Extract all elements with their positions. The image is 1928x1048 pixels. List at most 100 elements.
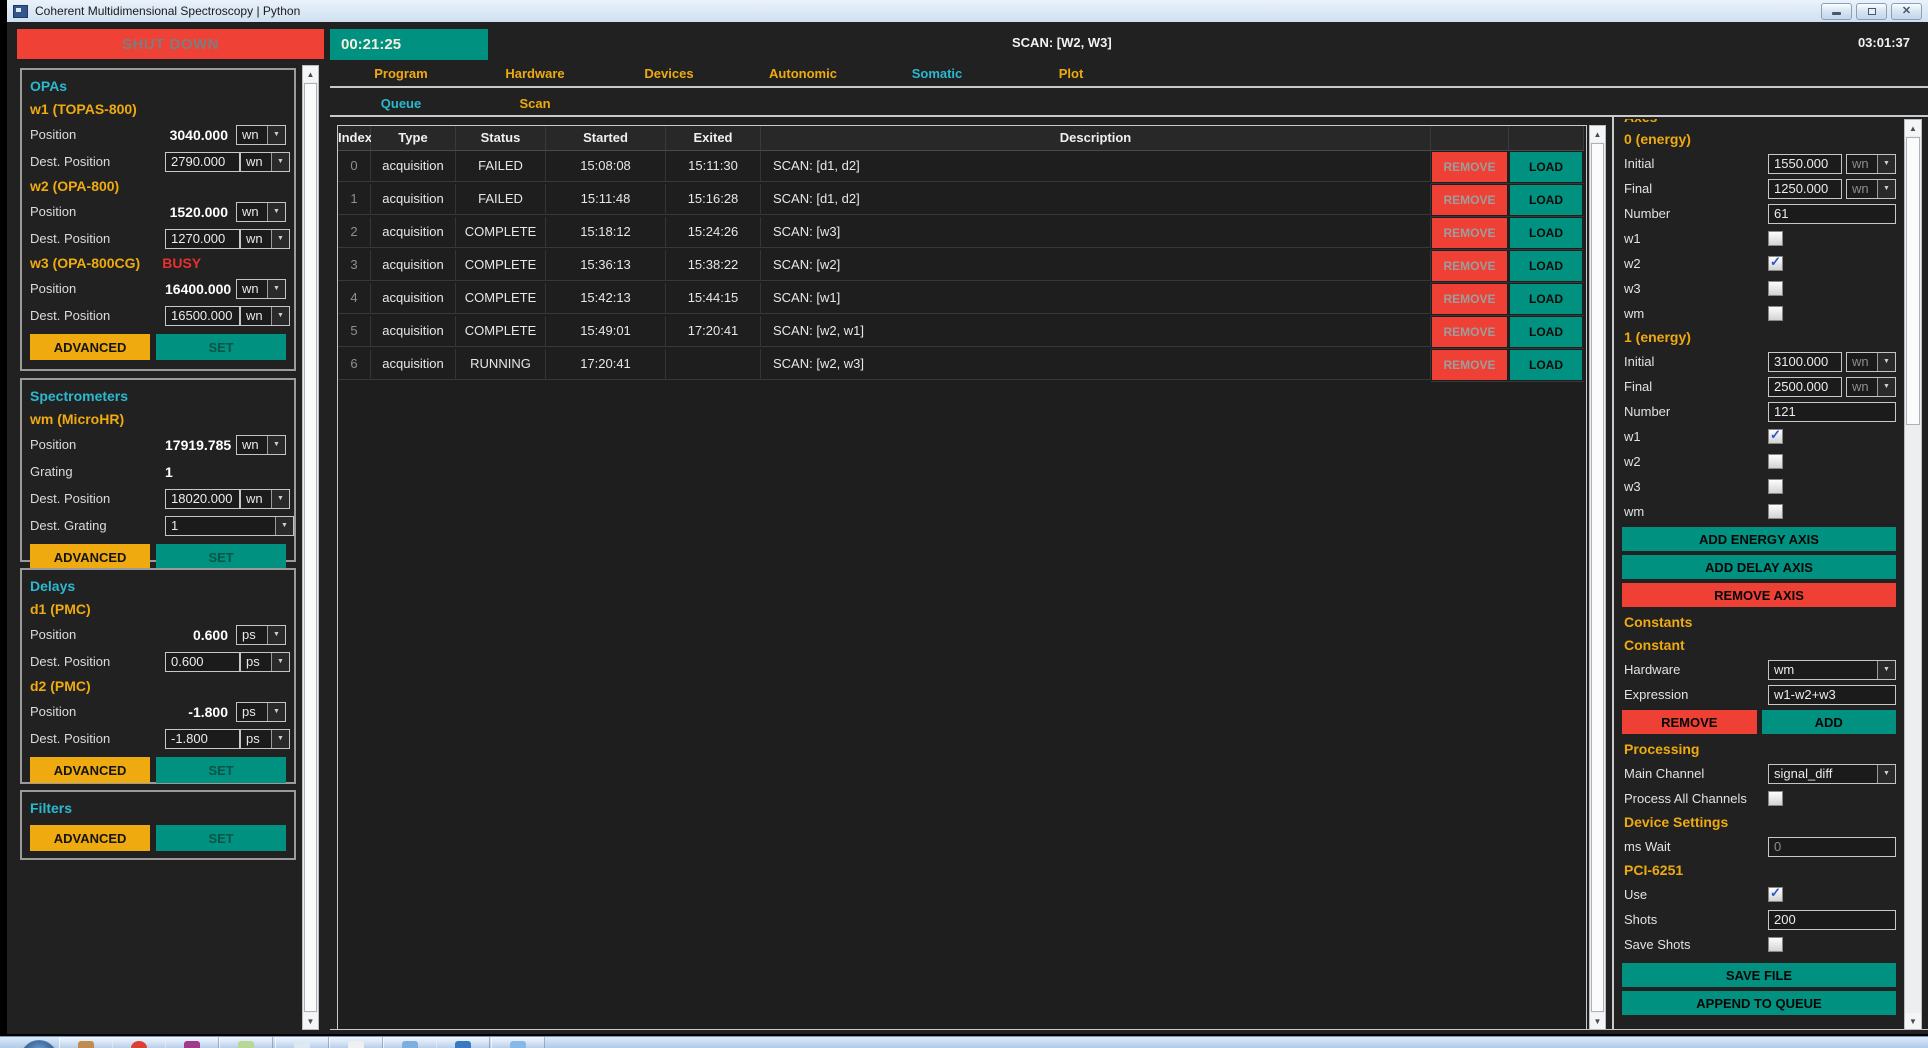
axis0-initial-input[interactable] [1768, 154, 1842, 174]
tab-autonomic[interactable]: Autonomic [736, 62, 870, 86]
scroll-up-arrow-icon[interactable]: ▲ [303, 66, 318, 82]
d2-dest-input[interactable] [165, 729, 240, 749]
taskbar-app-button[interactable] [59, 1037, 113, 1048]
queue-scrollbar[interactable]: ▲ ▼ [1589, 125, 1606, 1030]
dropdown-arrow-icon[interactable] [267, 436, 285, 454]
axis1-final-input[interactable] [1768, 377, 1842, 397]
add-energy-axis-button[interactable]: ADD ENERGY AXIS [1622, 527, 1896, 551]
d1-dest-units-dropdown[interactable]: ps [240, 652, 290, 672]
opa-w1-position-units-dropdown[interactable]: wn [236, 125, 286, 145]
filters-set-button[interactable]: SET [156, 825, 286, 851]
save-shots-checkbox[interactable] [1768, 937, 1783, 952]
scrollbar-thumb[interactable] [304, 83, 317, 1012]
scrollbar-thumb[interactable] [1906, 137, 1920, 425]
axis1-w3-checkbox[interactable] [1768, 479, 1783, 494]
wm-dest-position-input[interactable] [165, 489, 240, 509]
dropdown-arrow-icon[interactable] [267, 126, 285, 144]
taskbar-app-button[interactable] [329, 1037, 383, 1048]
dropdown-arrow-icon[interactable] [271, 653, 289, 671]
axis0-final-units-dropdown[interactable]: wn [1846, 179, 1896, 199]
taskbar-app-button[interactable] [383, 1037, 437, 1048]
remove-axis-button[interactable]: REMOVE AXIS [1622, 583, 1896, 607]
remove-button[interactable]: REMOVE [1432, 185, 1507, 215]
dropdown-arrow-icon[interactable] [267, 703, 285, 721]
tab-scan[interactable]: Scan [468, 92, 602, 116]
save-file-button[interactable]: SAVE FILE [1622, 963, 1896, 987]
opas-set-button[interactable]: SET [156, 334, 286, 360]
axis0-w2-checkbox[interactable] [1768, 256, 1783, 271]
scroll-up-arrow-icon[interactable]: ▲ [1905, 120, 1921, 136]
axis1-number-input[interactable] [1768, 402, 1896, 422]
tab-program[interactable]: Program [334, 62, 468, 86]
remove-button[interactable]: REMOVE [1432, 218, 1507, 248]
restore-button[interactable] [1856, 3, 1887, 20]
axis1-wm-checkbox[interactable] [1768, 504, 1783, 519]
spectrometers-set-button[interactable]: SET [156, 544, 286, 570]
axis1-final-units-dropdown[interactable]: wn [1846, 377, 1896, 397]
tab-plot[interactable]: Plot [1004, 62, 1138, 86]
taskbar-app-button[interactable] [491, 1037, 545, 1048]
remove-button[interactable]: REMOVE [1432, 284, 1507, 314]
opa-w1-dest-units-dropdown[interactable]: wn [240, 152, 290, 172]
dropdown-arrow-icon[interactable] [271, 490, 289, 508]
axis1-w1-checkbox[interactable] [1768, 429, 1783, 444]
remove-button[interactable]: REMOVE [1432, 317, 1507, 347]
taskbar-app-button[interactable] [112, 1037, 166, 1048]
scroll-down-arrow-icon[interactable]: ▼ [303, 1013, 318, 1029]
process-all-channels-checkbox[interactable] [1768, 791, 1783, 806]
opas-advanced-button[interactable]: ADVANCED [30, 334, 150, 360]
d2-position-units-dropdown[interactable]: ps [236, 702, 286, 722]
minimize-button[interactable] [1821, 3, 1852, 20]
axis0-final-input[interactable] [1768, 179, 1842, 199]
main-channel-dropdown[interactable]: signal_diff [1768, 764, 1896, 784]
remove-button[interactable]: REMOVE [1432, 251, 1507, 281]
axis1-initial-input[interactable] [1768, 352, 1842, 372]
scroll-down-arrow-icon[interactable]: ▼ [1905, 1013, 1921, 1029]
axis0-w3-checkbox[interactable] [1768, 281, 1783, 296]
dropdown-arrow-icon[interactable] [1877, 180, 1895, 198]
delays-set-button[interactable]: SET [156, 757, 286, 783]
dropdown-arrow-icon[interactable] [1877, 353, 1895, 371]
dropdown-arrow-icon[interactable] [271, 153, 289, 171]
d2-dest-units-dropdown[interactable]: ps [240, 729, 290, 749]
dropdown-arrow-icon[interactable] [271, 230, 289, 248]
constant-expression-input[interactable] [1768, 685, 1896, 705]
opa-w3-dest-units-dropdown[interactable]: wn [240, 306, 290, 326]
d1-position-units-dropdown[interactable]: ps [236, 625, 286, 645]
tab-somatic[interactable]: Somatic [870, 62, 1004, 86]
scroll-up-arrow-icon[interactable]: ▲ [1590, 126, 1605, 142]
wm-dest-grating-dropdown[interactable]: 1 [165, 516, 294, 536]
axis0-initial-units-dropdown[interactable]: wn [1846, 154, 1896, 174]
opa-w1-dest-input[interactable] [165, 152, 240, 172]
d1-dest-input[interactable] [165, 652, 240, 672]
load-button[interactable]: LOAD [1510, 152, 1582, 182]
dropdown-arrow-icon[interactable] [267, 626, 285, 644]
dropdown-arrow-icon[interactable] [1877, 378, 1895, 396]
scan-panel-scrollbar[interactable]: ▲ ▼ [1904, 119, 1922, 1030]
tab-hardware[interactable]: Hardware [468, 62, 602, 86]
shots-input[interactable] [1768, 910, 1896, 930]
dropdown-arrow-icon[interactable] [267, 203, 285, 221]
shutdown-button[interactable]: SHUT DOWN [17, 29, 324, 59]
constant-add-button[interactable]: ADD [1762, 710, 1897, 734]
opa-w2-position-units-dropdown[interactable]: wn [236, 202, 286, 222]
load-button[interactable]: LOAD [1510, 284, 1582, 314]
tab-queue[interactable]: Queue [334, 92, 468, 116]
load-button[interactable]: LOAD [1510, 251, 1582, 281]
taskbar-app-button[interactable] [436, 1037, 490, 1048]
axis1-w2-checkbox[interactable] [1768, 454, 1783, 469]
axis1-initial-units-dropdown[interactable]: wn [1846, 352, 1896, 372]
add-delay-axis-button[interactable]: ADD DELAY AXIS [1622, 555, 1896, 579]
dropdown-arrow-icon[interactable] [271, 307, 289, 325]
tab-devices[interactable]: Devices [602, 62, 736, 86]
wm-dest-units-dropdown[interactable]: wn [240, 489, 290, 509]
use-checkbox[interactable] [1768, 887, 1783, 902]
opa-w2-dest-input[interactable] [165, 229, 240, 249]
dropdown-arrow-icon[interactable] [275, 517, 293, 535]
axis0-number-input[interactable] [1768, 204, 1896, 224]
scroll-down-arrow-icon[interactable]: ▼ [1590, 1013, 1605, 1029]
remove-button[interactable]: REMOVE [1432, 350, 1507, 380]
left-panel-scrollbar[interactable]: ▲ ▼ [302, 65, 319, 1030]
dropdown-arrow-icon[interactable] [1877, 765, 1895, 783]
taskbar-app-button[interactable] [219, 1037, 273, 1048]
